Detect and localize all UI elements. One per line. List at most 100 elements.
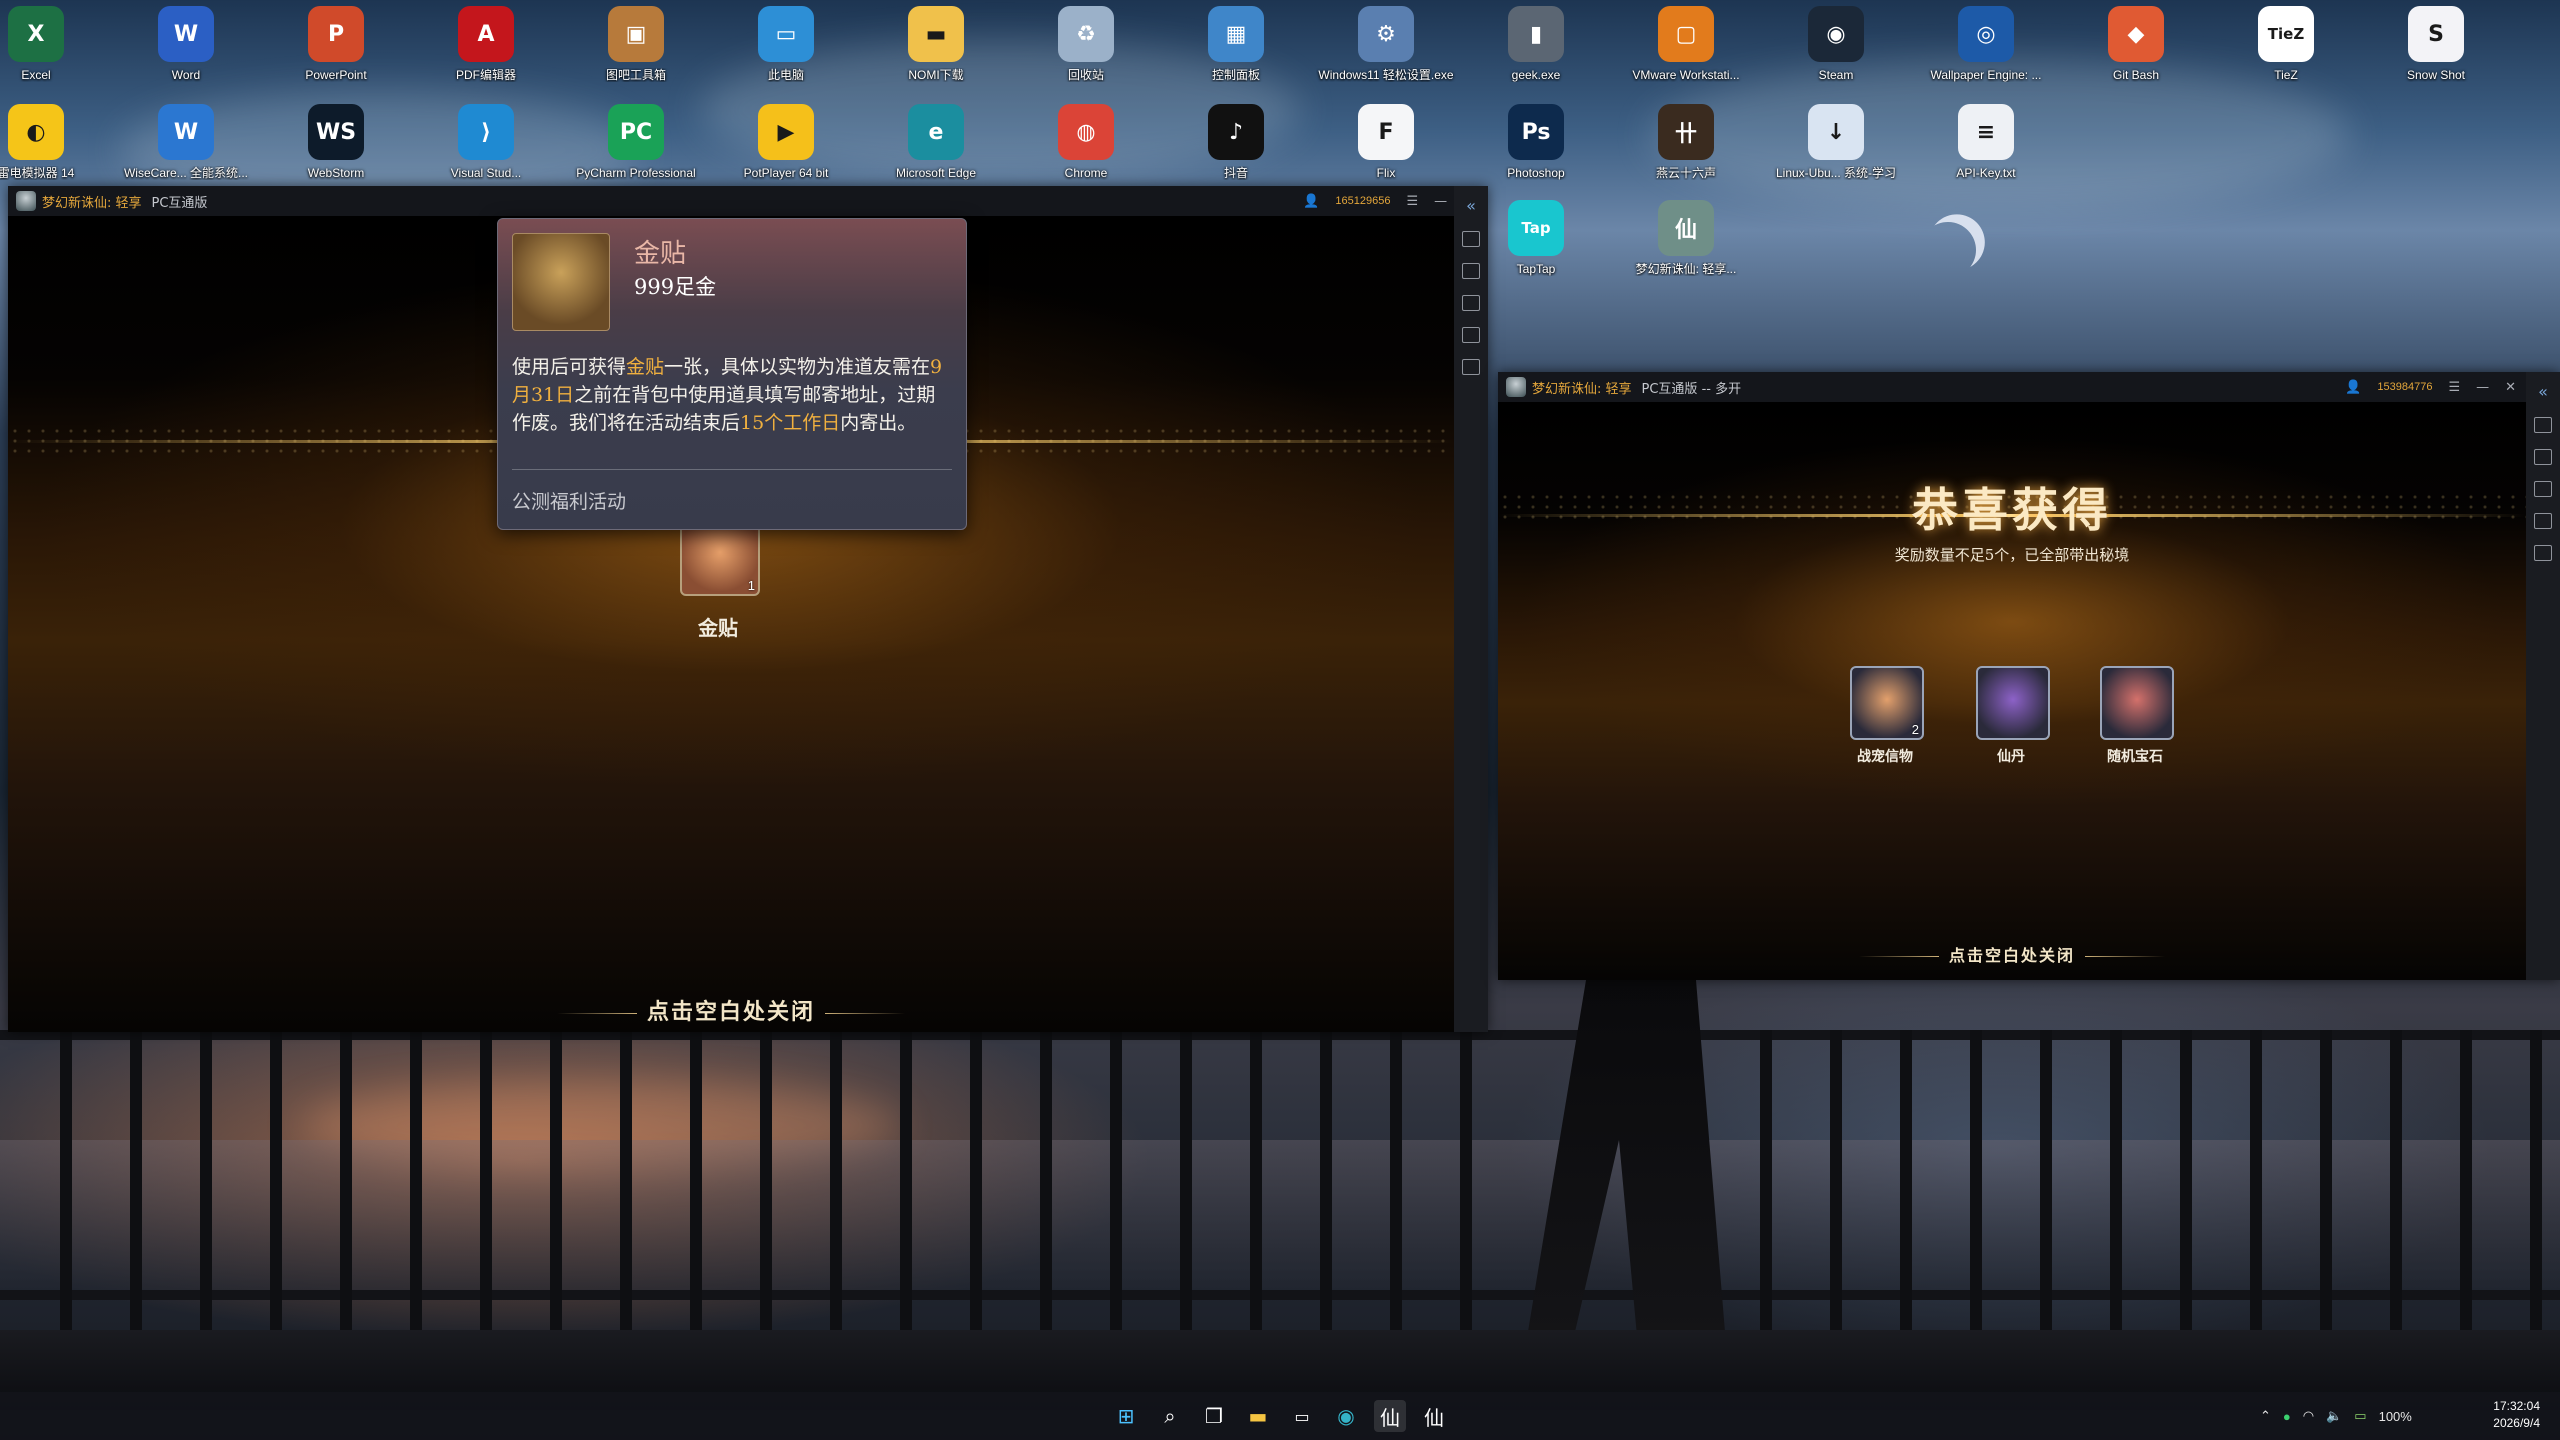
screenshot-icon[interactable]	[2534, 481, 2552, 497]
desktop-shortcut[interactable]: ♻ 回收站	[1016, 6, 1156, 102]
taptap-icon: Tap	[1508, 200, 1564, 256]
windows-start-icon[interactable]: ⊞	[1110, 1400, 1142, 1432]
tooltip-description: 使用后可获得金贴一张，具体以实物为准道友需在9月31日之前在背包中使用道具填写邮…	[512, 356, 943, 434]
desktop-shortcut[interactable]: ▦ 控制面板	[1166, 6, 1306, 102]
menu-icon[interactable]: ☰	[2448, 380, 2460, 395]
desktop-shortcut[interactable]: ▮ geek.exe	[1466, 6, 1606, 102]
desktop-shortcut[interactable]: ◎ Wallpaper Engine: ...	[1916, 6, 2056, 102]
desktop-shortcut-label: 燕云十六声	[1655, 166, 1716, 180]
copy-icon[interactable]	[2534, 417, 2552, 433]
game-stage[interactable]: 恭喜获得 奖励数量不足5个，已全部带出秘境 2 战宠信物 仙丹 随机宝石 点击空白处关…	[1498, 402, 2526, 980]
desktop-shortcut[interactable]: ◆ Git Bash	[2066, 6, 2206, 102]
collapse-chevron-icon[interactable]: «	[2538, 382, 2548, 401]
desktop-shortcut-label: PowerPoint	[305, 68, 367, 82]
copy-icon[interactable]	[1462, 231, 1480, 247]
tiez-icon: TieZ	[2258, 6, 2314, 62]
webstorm-icon: WS	[308, 104, 364, 160]
desktop-shortcut[interactable]: ▣ 图吧工具箱	[566, 6, 706, 102]
desktop-shortcut[interactable]: ▢ VMware Workstati...	[1616, 6, 1756, 102]
vmware-icon: ▢	[1658, 6, 1714, 62]
desktop-shortcut[interactable]: S Snow Shot	[2366, 6, 2506, 102]
control-panel-icon: ▦	[1208, 6, 1264, 62]
item-tooltip: 金贴 999足金 使用后可获得金贴一张，具体以实物为准道友需在9月31日之前在背…	[497, 218, 967, 530]
system-clock[interactable]: 17:32:04 2026/9/4	[2493, 1398, 2540, 1432]
screenshot-icon[interactable]	[1462, 295, 1480, 311]
railing-decoration	[0, 1030, 2560, 1370]
minimize-button[interactable]: —	[1434, 194, 1447, 209]
close-hint[interactable]: 点击空白处关闭	[8, 994, 1454, 1026]
text-file-icon: ≡	[1958, 104, 2014, 160]
desktop-shortcut[interactable]: P PowerPoint	[266, 6, 406, 102]
battery-icon[interactable]: ▭	[2354, 1408, 2366, 1424]
save-icon[interactable]	[2534, 545, 2552, 561]
save-icon[interactable]	[1462, 359, 1480, 375]
desktop-shortcut[interactable]: ◉ Steam	[1766, 6, 1906, 102]
reward-item-slot[interactable]	[2100, 666, 2174, 740]
volume-icon[interactable]	[2534, 449, 2552, 465]
volume-icon[interactable]: 🔈	[2326, 1408, 2342, 1424]
desktop-shortcut[interactable]: TieZ TieZ	[2216, 6, 2356, 102]
item-count: 1	[747, 578, 755, 593]
window-title-bar[interactable]: 梦幻新诛仙: 轻享 PC互通版 👤 165129656 ☰ — ✕	[8, 186, 1488, 216]
task-view-icon[interactable]: ❐	[1198, 1400, 1230, 1432]
window-side-toolbar: «	[2526, 372, 2560, 980]
desktop-shortcut[interactable]: ≡ API-Key.txt	[1916, 104, 2056, 200]
window-subtitle: PC互通版 -- 多开	[1641, 381, 1742, 397]
terminal-icon[interactable]: ▭	[1286, 1400, 1318, 1432]
user-icon: 👤	[1303, 193, 1320, 209]
search-icon[interactable]: ⌕	[1154, 1400, 1186, 1432]
fullscreen-icon[interactable]	[2534, 513, 2552, 529]
tray-overflow-chevron-icon[interactable]: ⌃	[2260, 1408, 2271, 1424]
game-taskbar-icon-2[interactable]: 仙	[1418, 1400, 1450, 1432]
desktop-shortcut[interactable]: X Excel	[0, 6, 106, 102]
desktop-shortcut-label: PDF编辑器	[455, 68, 516, 82]
wisecare-icon: W	[158, 104, 214, 160]
desktop-shortcut[interactable]: ↓ Linux-Ubu... 系统-学习	[1766, 104, 1906, 200]
desktop-shortcut-label: 抖音	[1223, 166, 1248, 180]
desktop-shortcut-label: Photoshop	[1507, 166, 1565, 180]
reward-name: 仙丹	[1997, 749, 2025, 765]
menu-icon[interactable]: ☰	[1406, 194, 1418, 209]
window-title: 梦幻新诛仙: 轻享	[1532, 381, 1632, 397]
desktop-shortcut-label: Windows11 轻松设置.exe	[1318, 68, 1454, 82]
volume-icon[interactable]	[1462, 263, 1480, 279]
desktop-shortcut-label: NOMI下载	[908, 68, 964, 82]
desktop-shortcut-label: Excel	[21, 68, 51, 82]
game-window-secondary[interactable]: 梦幻新诛仙: 轻享 PC互通版 -- 多开 👤 153984776 ☰ — ✕ …	[1498, 372, 2560, 980]
close-button[interactable]: ✕	[2505, 380, 2516, 395]
desktop-shortcut-label: 图吧工具箱	[605, 68, 666, 82]
reward-item-slot[interactable]: 2	[1850, 666, 1924, 740]
desktop-shortcut[interactable]: W Word	[116, 6, 256, 102]
desktop-shortcut[interactable]: 仙梦幻新诛仙: 轻享...	[1616, 200, 1756, 296]
tooltip-source: 公测福利活动	[512, 491, 627, 513]
edge-icon[interactable]: ◉	[1330, 1400, 1362, 1432]
file-explorer-icon[interactable]: ▬	[1242, 1400, 1274, 1432]
window-title-bar[interactable]: 梦幻新诛仙: 轻享 PC互通版 -- 多开 👤 153984776 ☰ — ✕	[1498, 372, 2560, 402]
wallpaper-engine-icon: ◎	[1958, 6, 2014, 62]
desktop-shortcut[interactable]: ▭ 此电脑	[716, 6, 856, 102]
tray-app-icon[interactable]: ●	[2283, 1409, 2291, 1424]
desktop-shortcut-label: PyCharm Professional	[576, 166, 696, 180]
desktop-shortcut[interactable]: ▬ NOMI下载	[866, 6, 1006, 102]
minimize-button[interactable]: —	[2476, 380, 2489, 395]
close-hint[interactable]: 点击空白处关闭	[1498, 942, 2526, 966]
desktop-shortcut[interactable]: A PDF编辑器	[416, 6, 556, 102]
desktop-shortcut-label: API-Key.txt	[1956, 166, 2016, 180]
reward-item-slot[interactable]	[1976, 666, 2050, 740]
snow-shot-icon: S	[2408, 6, 2464, 62]
game-taskbar-icon[interactable]: 仙	[1374, 1400, 1406, 1432]
steam-icon: ◉	[1808, 6, 1864, 62]
desktop-shortcut-label: VMware Workstati...	[1632, 68, 1740, 82]
window-subtitle: PC互通版	[151, 195, 208, 211]
desktop-shortcut-label: Flix	[1376, 166, 1396, 180]
download-file-icon: ↓	[1808, 104, 1864, 160]
collapse-chevron-icon[interactable]: «	[1466, 196, 1476, 215]
desktop-shortcut[interactable]: 卄燕云十六声	[1616, 104, 1756, 200]
flix-icon: F	[1358, 104, 1414, 160]
wifi-icon[interactable]: ◠	[2303, 1408, 2314, 1424]
desktop-shortcut-label: Wallpaper Engine: ...	[1930, 68, 2042, 82]
desktop-shortcut-label: Steam	[1818, 68, 1854, 82]
desktop-shortcut[interactable]: ⚙ Windows11 轻松设置.exe	[1316, 6, 1456, 102]
powerpoint-icon: P	[308, 6, 364, 62]
fullscreen-icon[interactable]	[1462, 327, 1480, 343]
